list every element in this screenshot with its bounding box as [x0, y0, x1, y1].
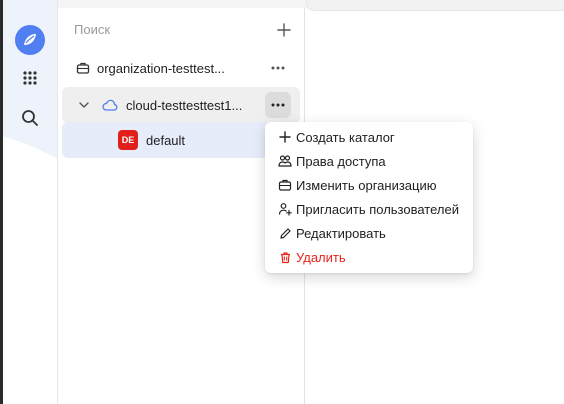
trash-icon: [278, 250, 292, 264]
tree-item-organization[interactable]: organization-testtest...: [62, 50, 300, 86]
cloud-icon: [102, 99, 118, 111]
menu-item-label: Права доступа: [296, 153, 386, 169]
pencil-icon: [278, 226, 292, 240]
search-icon[interactable]: [18, 106, 42, 130]
menu-item-access-rights[interactable]: Права доступа: [265, 149, 473, 173]
menu-item-delete[interactable]: Удалить: [265, 245, 473, 269]
people-icon: [278, 154, 292, 168]
apps-grid-icon[interactable]: [18, 66, 42, 90]
plus-icon: [278, 130, 292, 144]
menu-item-label: Удалить: [296, 249, 346, 265]
logo-icon[interactable]: [15, 25, 45, 55]
menu-item-label: Изменить организацию: [296, 177, 437, 193]
folder-badge: DE: [118, 130, 138, 150]
plus-icon: [277, 23, 291, 37]
app-window: organization-testtest... cloud-testtestt…: [0, 0, 564, 404]
briefcase-icon: [76, 61, 90, 75]
menu-item-label: Редактировать: [296, 225, 386, 241]
menu-item-create-folder[interactable]: Создать каталог: [265, 125, 473, 149]
organization-label: organization-testtest...: [97, 60, 225, 76]
left-rail: [0, 0, 58, 404]
more-horizontal-icon: [271, 103, 285, 107]
menu-item-invite-users[interactable]: Пригласить пользователей: [265, 197, 473, 221]
folder-label: default: [146, 132, 186, 148]
menu-item-label: Создать каталог: [296, 129, 395, 145]
add-user-icon: [278, 202, 292, 216]
context-menu: Создать каталог Права доступа Изменить о…: [265, 122, 473, 273]
search-input[interactable]: [74, 22, 254, 37]
window-edge: [0, 0, 3, 404]
menu-item-change-organization[interactable]: Изменить организацию: [265, 173, 473, 197]
top-bar-panel: [306, 0, 564, 11]
tree-search: [74, 22, 294, 42]
more-horizontal-icon: [271, 66, 285, 70]
cloud-label: cloud-testtesttest1...: [126, 97, 243, 113]
add-button[interactable]: [274, 20, 294, 40]
briefcase-icon: [278, 178, 292, 192]
organization-more-button[interactable]: [265, 55, 291, 81]
chevron-down-icon[interactable]: [78, 99, 90, 111]
menu-item-edit[interactable]: Редактировать: [265, 221, 473, 245]
menu-item-label: Пригласить пользователей: [296, 201, 459, 217]
tree-item-cloud[interactable]: cloud-testtesttest1...: [62, 87, 300, 123]
cloud-more-button[interactable]: [265, 92, 291, 118]
